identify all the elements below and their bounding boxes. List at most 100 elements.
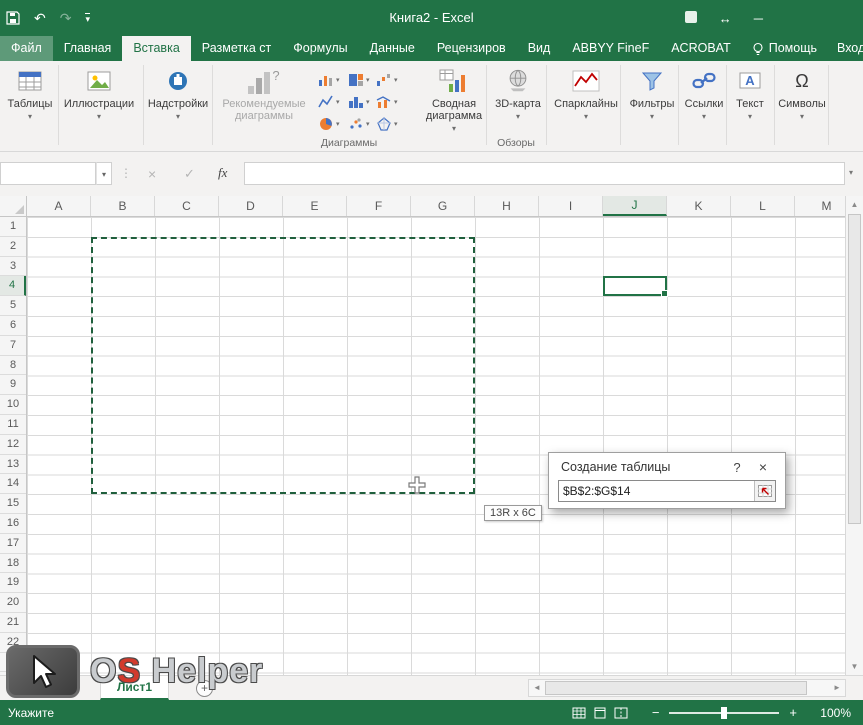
page-break-view-icon[interactable] [614,707,628,719]
zoom-level[interactable]: 100% [807,706,851,720]
zoom-in-button[interactable]: + [785,705,801,720]
dialog-header[interactable]: Создание таблицы ? × [549,453,785,479]
row-header-7[interactable]: 7 [0,336,26,356]
column-header-G[interactable]: G [411,196,475,216]
vertical-scrollbar[interactable]: ▲ ▼ [845,196,863,675]
filters-button[interactable]: Фильтры ▾ [624,64,680,123]
addins-button[interactable]: Надстройки ▾ [146,64,210,123]
symbols-button[interactable]: Ω Символы ▾ [776,64,828,123]
column-header-I[interactable]: I [539,196,603,216]
row-header-5[interactable]: 5 [0,296,26,316]
page-layout-view-icon[interactable] [593,707,607,719]
row-header-9[interactable]: 9 [0,375,26,395]
pivot-chart-button[interactable]: Сводная диаграмма ▾ [420,64,488,135]
column-header-A[interactable]: A [27,196,91,216]
tab-review[interactable]: Рецензиров [426,36,517,61]
sparklines-button[interactable]: Спарклайны ▾ [552,64,620,123]
minimize-window-button[interactable]: ─ [754,11,763,26]
insert-radar-chart-button[interactable]: ▾ [374,114,404,134]
column-header-L[interactable]: L [731,196,795,216]
row-header-2[interactable]: 2 [0,237,26,257]
column-header-D[interactable]: D [219,196,283,216]
column-header-C[interactable]: C [155,196,219,216]
row-header-19[interactable]: 19 [0,573,26,593]
row-header-21[interactable]: 21 [0,613,26,633]
expand-formula-bar-button[interactable]: ▾ [849,168,853,177]
row-header-18[interactable]: 18 [0,554,26,574]
row-header-20[interactable]: 20 [0,593,26,613]
scroll-right-button[interactable]: ► [830,680,844,696]
enter-button[interactable]: ✓ [184,166,195,182]
column-header-B[interactable]: B [91,196,155,216]
tab-abbyy[interactable]: ABBYY FineF [561,36,660,61]
formula-input[interactable] [244,162,845,185]
insert-function-button[interactable]: fx [218,165,227,181]
insert-scatter-chart-button[interactable]: ▾ [346,114,376,134]
tab-formulas[interactable]: Формулы [282,36,358,61]
insert-waterfall-chart-button[interactable]: ▾ [374,70,404,90]
table-range-input[interactable]: $B$2:$G$14 [558,480,776,502]
tab-insert[interactable]: Вставка [122,36,190,61]
row-header-11[interactable]: 11 [0,415,26,435]
insert-hierarchy-chart-button[interactable]: ▾ [346,70,376,90]
column-header-F[interactable]: F [347,196,411,216]
row-header-4[interactable]: 4 [0,276,26,296]
row-header-16[interactable]: 16 [0,514,26,534]
name-box-dropdown[interactable]: ▾ [96,162,112,185]
insert-combo-chart-button[interactable]: ▾ [374,92,404,112]
sign-in-button[interactable]: Вход [827,36,863,61]
insert-column-chart-button[interactable]: ▾ [316,70,346,90]
collapse-dialog-button[interactable] [754,481,775,501]
column-header-E[interactable]: E [283,196,347,216]
links-button[interactable]: Ссылки ▾ [680,64,728,123]
tab-view[interactable]: Вид [517,36,562,61]
select-all-button[interactable] [0,196,27,216]
name-box[interactable] [0,162,96,185]
horizontal-scroll-thumb[interactable] [545,681,807,695]
column-header-H[interactable]: H [475,196,539,216]
dialog-close-button[interactable]: × [749,459,777,475]
vertical-scroll-thumb[interactable] [848,214,861,524]
help-button[interactable]: Помощь [742,36,827,61]
row-header-3[interactable]: 3 [0,257,26,277]
column-header-K[interactable]: K [667,196,731,216]
scroll-up-button[interactable]: ▲ [846,196,863,213]
insert-line-chart-button[interactable]: ▾ [316,92,346,112]
tab-file[interactable]: Файл [0,36,53,61]
zoom-out-button[interactable]: − [648,705,664,720]
tab-page-layout[interactable]: Разметка ст [191,36,282,61]
illustrations-button[interactable]: Иллюстрации ▾ [60,64,138,123]
row-header-10[interactable]: 10 [0,395,26,415]
column-header-M[interactable]: M [795,196,845,216]
grid-cells[interactable] [27,217,845,675]
normal-view-icon[interactable] [572,707,586,719]
active-cell[interactable] [603,276,667,296]
ribbon-display-options-button[interactable] [685,11,697,26]
zoom-slider[interactable] [669,712,779,714]
row-header-6[interactable]: 6 [0,316,26,336]
cancel-button[interactable]: × [148,166,156,182]
tab-acrobat[interactable]: ACROBAT [660,36,742,61]
dialog-help-button[interactable]: ? [725,460,749,475]
map-3d-button[interactable]: 3D-карта ▾ [490,64,546,123]
tab-data[interactable]: Данные [359,36,426,61]
tables-button[interactable]: Таблицы ▾ [2,64,58,123]
tab-home[interactable]: Главная [53,36,123,61]
formula-bar-splitter[interactable]: ⋮ [120,166,132,180]
row-header-1[interactable]: 1 [0,217,26,237]
row-header-17[interactable]: 17 [0,534,26,554]
text-button[interactable]: A Текст ▾ [728,64,772,123]
zoom-slider-knob[interactable] [721,707,727,719]
insert-pie-chart-button[interactable]: ▾ [316,114,346,134]
scroll-left-button[interactable]: ◄ [530,680,544,696]
column-header-J[interactable]: J [603,196,667,216]
row-header-15[interactable]: 15 [0,494,26,514]
insert-statistic-chart-button[interactable]: ▾ [346,92,376,112]
restore-window-button[interactable]: ↔ [719,11,732,26]
row-header-14[interactable]: 14 [0,474,26,494]
row-header-12[interactable]: 12 [0,435,26,455]
horizontal-scrollbar[interactable]: ◄ ► [528,679,846,697]
row-header-8[interactable]: 8 [0,356,26,376]
scroll-down-button[interactable]: ▼ [846,658,863,675]
row-header-13[interactable]: 13 [0,455,26,475]
